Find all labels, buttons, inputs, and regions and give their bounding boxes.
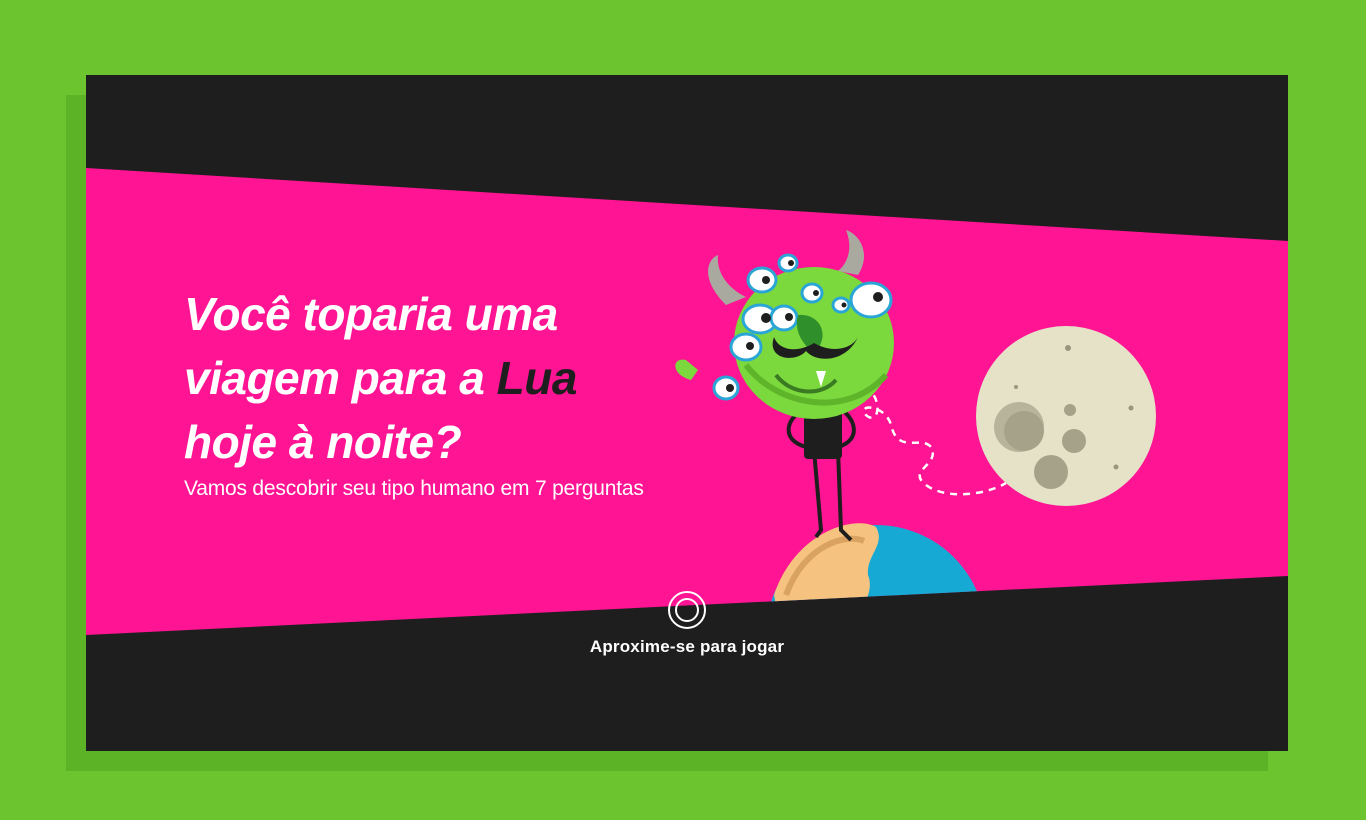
subtitle: Vamos descobrir seu tipo humano em 7 per…: [184, 477, 644, 500]
headline-line-3: hoje à noite?: [184, 416, 462, 468]
headline-line-2: viagem para a: [184, 352, 497, 404]
green-multi-eyed-monster-icon: [675, 230, 894, 542]
headline-accent: Lua: [496, 352, 578, 404]
earth-icon: [766, 523, 986, 635]
moon-icon: [976, 326, 1156, 506]
game-screen[interactable]: Você toparia uma viagem para a Lua hoje …: [86, 75, 1288, 751]
proximity-ring-icon[interactable]: [668, 591, 706, 629]
cta-label[interactable]: Aproxime-se para jogar: [86, 637, 1288, 657]
headline: Você toparia uma viagem para a Lua hoje …: [184, 282, 704, 474]
headline-line-1: Você toparia uma: [184, 288, 558, 340]
